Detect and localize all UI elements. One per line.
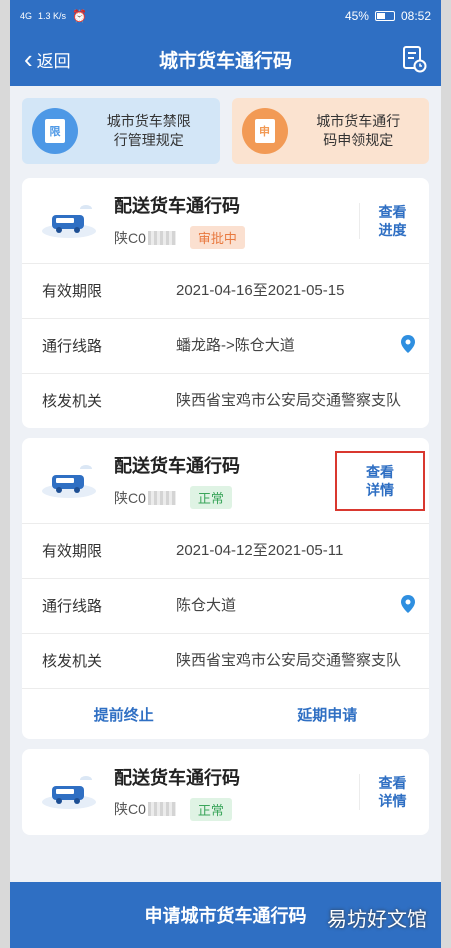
plate-redacted (147, 230, 176, 245)
truck-icon (40, 772, 98, 812)
truck-icon (40, 201, 98, 241)
document-icon: 限 (32, 108, 78, 154)
watermark: 易坊好文馆 (327, 909, 427, 931)
field-label: 通行线路 (42, 598, 103, 615)
card-header: 配送货车通行码 陕C0 正常 查看 详情 (22, 438, 429, 524)
battery-percent: 45% (344, 9, 369, 23)
page-title: 城市货车通行码 (158, 50, 292, 72)
card-title: 配送货车通行码 (114, 456, 240, 476)
battery-icon (374, 11, 395, 21)
chevron-left-icon: ‹ (24, 44, 33, 74)
issuer-value: 陕西省宝鸡市公安局交通警察支队 (176, 392, 402, 409)
field-label: 通行线路 (42, 338, 103, 355)
validity-row: 有效期限 2021-04-12至2021-05-11 (22, 524, 429, 579)
rules-row: 限 城市货车禁限 行管理规定 申 城市货车通行 码申领规定 (22, 98, 429, 164)
route-row[interactable]: 通行线路 蟠龙路->陈仓大道 (22, 319, 429, 374)
validity-value: 2021-04-12至2021-05-11 (176, 542, 344, 559)
route-value: 蟠龙路->陈仓大道 (176, 337, 295, 354)
validity-row: 有效期限 2021-04-16至2021-05-15 (22, 264, 429, 319)
status-badge: 审批中 (189, 226, 245, 249)
truck-icon (40, 461, 98, 501)
alarm-icon: ⏰ (72, 9, 87, 23)
issuer-row: 核发机关 陕西省宝鸡市公安局交通警察支队 (22, 374, 429, 428)
issuer-row: 核发机关 陕西省宝鸡市公安局交通警察支队 (22, 634, 429, 689)
signal-indicator: 4G (20, 11, 33, 21)
apply-button-label: 申请城市货车通行码 (144, 906, 307, 926)
document-clock-icon[interactable] (401, 45, 427, 73)
route-value: 陈仓大道 (176, 597, 237, 614)
document-icon: 申 (241, 108, 288, 154)
field-label: 有效期限 (42, 283, 103, 300)
plate-number: 陕C0 (114, 229, 146, 246)
field-label: 核发机关 (42, 653, 103, 670)
card-title: 配送货车通行码 (114, 196, 240, 216)
status-bar: 4G 1.3 K/s ⏰ 45% 08:52 (10, 0, 441, 32)
field-label: 核发机关 (42, 393, 103, 410)
validity-value: 2021-04-16至2021-05-15 (176, 282, 345, 299)
clock: 08:52 (400, 9, 431, 23)
pass-card: 配送货车通行码 陕C0 正常 查看 详情 (22, 749, 429, 835)
plate-number: 陕C0 (114, 489, 146, 506)
app-screen: 4G 1.3 K/s ⏰ 45% 08:52 ‹ 返回 城市货车通行码 限 城市… (10, 0, 441, 948)
rule-card-restriction[interactable]: 限 城市货车禁限 行管理规定 (22, 98, 220, 164)
plate-redacted (147, 490, 176, 505)
plate-redacted (147, 802, 176, 816)
route-row[interactable]: 通行线路 陈仓大道 (22, 579, 429, 634)
view-details-button[interactable]: 查看 详情 (359, 774, 417, 810)
rule-label-line2: 码申领规定 (323, 132, 394, 148)
extend-application-button[interactable]: 延期申请 (226, 704, 430, 725)
field-label: 有效期限 (42, 543, 103, 560)
location-pin-icon[interactable] (401, 595, 415, 613)
network-speed: 1.3 K/s (38, 11, 67, 21)
view-progress-button[interactable]: 查看 进度 (359, 202, 417, 239)
card-actions: 提前终止 延期申请 (22, 689, 429, 739)
back-button[interactable]: ‹ 返回 (24, 46, 71, 72)
pass-card: 配送货车通行码 陕C0 正常 查看 详情 有效期限 2021-04-12至202… (22, 438, 429, 739)
plate-number: 陕C0 (114, 801, 146, 817)
status-badge: 正常 (189, 797, 232, 821)
nav-bar: ‹ 返回 城市货车通行码 (10, 32, 441, 86)
rule-card-application[interactable]: 申 城市货车通行 码申领规定 (231, 98, 429, 164)
status-badge: 正常 (189, 486, 232, 509)
view-details-button[interactable]: 查看 详情 (335, 450, 425, 511)
issuer-value: 陕西省宝鸡市公安局交通警察支队 (176, 652, 402, 669)
card-title: 配送货车通行码 (114, 767, 240, 788)
apply-button[interactable]: 申请城市货车通行码 易坊好文馆 (10, 882, 441, 948)
rule-label-line1: 城市货车禁限 (106, 113, 191, 129)
terminate-early-button[interactable]: 提前终止 (22, 704, 226, 725)
card-header: 配送货车通行码 陕C0 审批中 查看 进度 (22, 178, 429, 264)
rule-label-line1: 城市货车通行 (316, 113, 401, 129)
main-content: 限 城市货车禁限 行管理规定 申 城市货车通行 码申领规定 配送货车通行码 陕C… (10, 86, 441, 835)
pass-card: 配送货车通行码 陕C0 审批中 查看 进度 有效期限 2021-04-16至20… (22, 178, 429, 428)
back-label: 返回 (36, 51, 71, 71)
rule-label-line2: 行管理规定 (113, 132, 184, 148)
location-pin-icon[interactable] (401, 335, 415, 353)
card-header: 配送货车通行码 陕C0 正常 查看 详情 (22, 749, 429, 835)
